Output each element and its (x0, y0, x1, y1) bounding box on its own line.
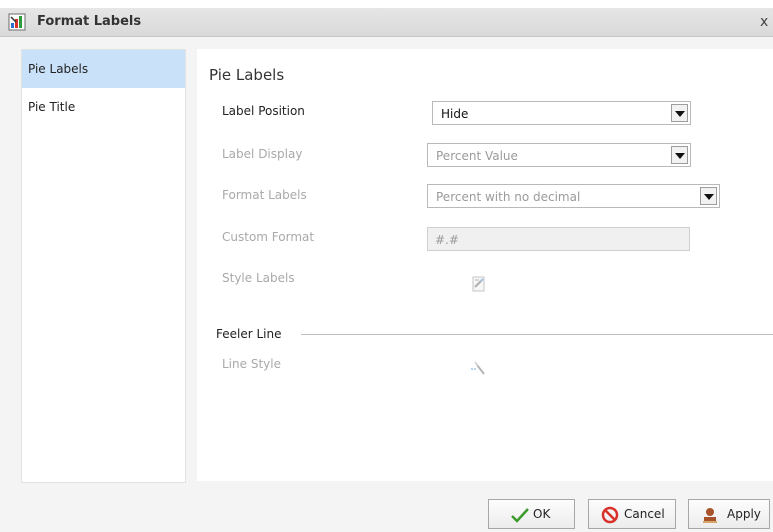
label-display-select[interactable]: Percent Value (427, 143, 691, 167)
label-position-label: Label Position (222, 104, 305, 118)
feeler-line-heading: Feeler Line (216, 327, 282, 341)
apply-label: Apply (727, 507, 761, 521)
chevron-down-icon[interactable] (671, 104, 688, 122)
apply-button[interactable]: Apply (688, 499, 770, 529)
format-labels-icon (8, 13, 26, 31)
format-labels-select[interactable]: Percent with no decimal (427, 184, 720, 208)
ok-label: OK (533, 507, 551, 521)
custom-format-label: Custom Format (222, 230, 315, 244)
style-labels-icon[interactable] (470, 275, 488, 293)
label-display-value: Percent Value (436, 149, 518, 163)
cancel-icon (601, 506, 619, 527)
panel-title: Pie Labels (209, 66, 285, 84)
custom-format-field[interactable]: #.# (427, 227, 690, 251)
dialog-titlebar: Format Labels x (0, 8, 773, 37)
apply-icon (701, 506, 719, 527)
chevron-down-icon[interactable] (700, 187, 717, 205)
cancel-button[interactable]: Cancel (588, 499, 676, 529)
label-display-label: Label Display (222, 147, 303, 161)
custom-format-value: #.# (435, 233, 459, 247)
format-labels-value: Percent with no decimal (436, 190, 581, 204)
close-icon[interactable]: x (760, 13, 773, 31)
style-labels-label: Style Labels (222, 271, 295, 285)
line-style-icon[interactable] (469, 359, 487, 377)
section-divider (301, 334, 773, 335)
sidebar-item-pie-title[interactable]: Pie Title (22, 88, 185, 126)
sidebar-nav: Pie Labels Pie Title (21, 49, 186, 483)
sidebar-item-pie-labels[interactable]: Pie Labels (22, 50, 185, 88)
label-position-select[interactable]: Hide (432, 101, 691, 125)
ok-button[interactable]: OK (488, 499, 575, 529)
format-labels-label: Format Labels (222, 188, 307, 202)
content-panel: Pie Labels Label Position Hide Label Dis… (197, 49, 773, 481)
top-strip (0, 0, 773, 8)
sidebar-item-label: Pie Labels (28, 62, 89, 76)
sidebar-item-label: Pie Title (28, 100, 76, 114)
chevron-down-icon[interactable] (671, 146, 688, 164)
checkmark-icon (510, 506, 530, 527)
cancel-label: Cancel (624, 507, 665, 521)
label-position-value: Hide (441, 107, 469, 121)
line-style-label: Line Style (222, 357, 281, 371)
dialog-title: Format Labels (37, 14, 142, 29)
